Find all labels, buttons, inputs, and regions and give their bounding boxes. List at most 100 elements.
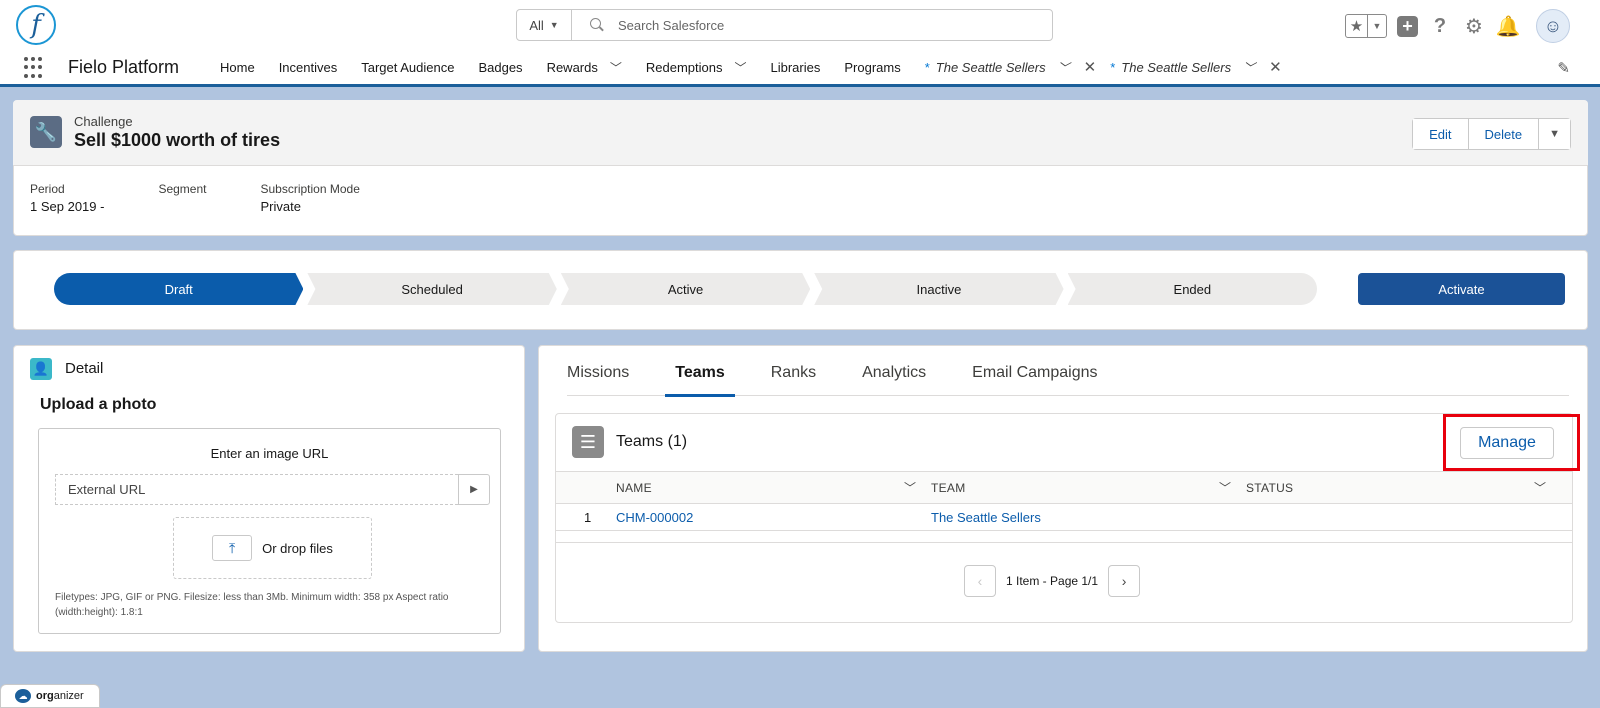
nav-items: Home Incentives Target Audience Badges R… [220,50,1296,84]
team-member-link[interactable]: CHM-000002 [616,504,693,530]
field-segment: Segment [158,182,206,215]
activate-button[interactable]: Activate [1358,273,1565,305]
teams-related-list: ☰ Teams (1) Manage NAME ﹀ TEAM ﹀ STATUS … [555,413,1580,623]
column-header-status[interactable]: STATUS [1246,472,1293,503]
row-number: 1 [584,509,592,525]
record-title: Sell $1000 worth of tires [74,130,281,150]
status-path: Draft Scheduled Active Inactive Ended [54,273,1318,305]
upload-heading: Upload a photo [40,396,157,413]
contact-icon: 👤 [30,358,52,380]
chevron-down-icon[interactable]: ﹀ [1058,59,1070,76]
search-box [572,10,1052,40]
fielo-logo[interactable]: f [16,5,56,45]
list-icon: ☰ [572,426,604,458]
utility-bar-organizer[interactable]: ☁ organizer [0,684,100,708]
nav-item-target-audience[interactable]: Target Audience [361,60,454,75]
search-input[interactable] [618,17,1018,33]
search-scope-dropdown[interactable]: All ▼ [517,10,572,40]
nav-item-incentives[interactable]: Incentives [279,60,338,75]
delete-button[interactable]: Delete [1468,119,1540,149]
chevron-down-icon[interactable]: ﹀ [1243,59,1255,76]
close-icon[interactable]: ✕ [1084,58,1097,76]
nav-item-redemptions[interactable]: Redemptions ﹀ [646,59,747,76]
search-icon [590,18,604,32]
nav-item-rewards[interactable]: Rewards ﹀ [547,59,622,76]
unsaved-marker: * [1110,59,1116,75]
field-label: Segment [158,182,207,196]
edit-button[interactable]: Edit [1413,119,1469,149]
field-subscription-mode: Subscription Mode Private [260,182,359,215]
table-row: 1 CHM-000002 The Seattle Sellers [556,504,1572,531]
team-link[interactable]: The Seattle Sellers [931,504,1041,530]
chevron-down-icon[interactable]: ﹀ [1219,479,1231,496]
tab-ranks[interactable]: Ranks [771,346,816,396]
upload-box: Enter an image URL ▶ ⤒ Or drop files Fil… [38,428,501,634]
detail-title: Detail [65,360,104,377]
column-header-team[interactable]: TEAM [931,472,966,503]
bell-icon[interactable]: 🔔 [1496,14,1521,38]
path-stage-scheduled[interactable]: Scheduled [307,273,556,305]
status-path-card: Draft Scheduled Active Inactive Ended Ac… [13,250,1588,330]
organizer-label: organizer [36,690,84,702]
app-navigation: Fielo Platform Home Incentives Target Au… [0,50,1600,87]
chevron-down-icon[interactable]: ﹀ [1534,479,1546,496]
detail-card: 👤 Detail Upload a photo Enter an image U… [13,345,525,652]
drop-text: Or drop files [262,540,333,556]
avatar[interactable]: ☺ [1536,9,1570,43]
global-header: f All ▼ ★ ▼ + ? ⚙ 🔔 ☺ [0,0,1600,50]
file-drop-zone[interactable]: ⤒ Or drop files [173,517,372,579]
manage-button[interactable]: Manage [1460,427,1554,459]
more-actions-button[interactable]: ▼ [1539,119,1570,149]
pencil-icon[interactable]: ✎ [1557,59,1570,77]
pager-text: 1 Item - Page 1/1 [1006,574,1099,588]
play-icon[interactable]: ▶ [458,474,490,505]
path-stage-active[interactable]: Active [561,273,810,305]
chevron-down-icon[interactable]: ▼ [1368,15,1386,37]
column-header-name[interactable]: NAME [616,472,652,503]
object-type: Challenge [74,114,133,129]
help-icon[interactable]: ? [1428,14,1452,38]
chevron-down-icon[interactable]: ﹀ [610,59,622,76]
tab-missions[interactable]: Missions [567,346,629,396]
header-icons: ★ ▼ + ? ⚙ 🔔 ☺ [1345,9,1570,43]
nav-item-home[interactable]: Home [220,60,255,75]
app-launcher-icon[interactable] [24,57,46,79]
path-stage-ended[interactable]: Ended [1067,273,1318,305]
upload-icon[interactable]: ⤒ [212,535,253,561]
close-icon[interactable]: ✕ [1269,58,1282,76]
field-value: 1 Sep 2019 - [30,199,105,214]
chevron-down-icon[interactable]: ﹀ [734,59,746,76]
chevron-down-icon[interactable]: ﹀ [904,479,916,496]
cloud-icon: ☁ [15,689,31,703]
gear-icon[interactable]: ⚙ [1462,14,1486,38]
pagination: ‹ 1 Item - Page 1/1 › [964,565,1141,597]
nav-item-libraries[interactable]: Libraries [771,60,821,75]
field-label: Subscription Mode [260,182,360,196]
external-url-input[interactable] [55,474,458,505]
record-actions: Edit Delete ▼ [1412,118,1571,150]
chevron-right-icon[interactable]: › [1108,565,1141,597]
nav-item-programs[interactable]: Programs [844,60,900,75]
tab-bar: Missions Teams Ranks Analytics Email Cam… [567,346,1569,397]
nav-tab-seattle-sellers-1[interactable]: * The Seattle Sellers ﹀ ✕ [925,58,1097,76]
path-stage-inactive[interactable]: Inactive [814,273,1063,305]
nav-item-badges[interactable]: Badges [478,60,522,75]
path-stage-draft[interactable]: Draft [54,273,303,305]
nav-tab-seattle-sellers-2[interactable]: * The Seattle Sellers ﹀ ✕ [1110,58,1282,76]
nav-tab-label: The Seattle Sellers [1121,59,1232,75]
tab-teams[interactable]: Teams [665,346,735,397]
nav-tab-label: The Seattle Sellers [935,59,1046,75]
related-list-title: Teams (1) [616,433,688,450]
star-icon[interactable]: ★ [1346,15,1368,37]
search-scope-label: All [529,17,544,33]
field-period: Period 1 Sep 2019 - [30,182,104,215]
plus-icon[interactable]: + [1397,15,1418,37]
caret-down-icon: ▼ [549,20,559,30]
chevron-left-icon[interactable]: ‹ [964,565,996,597]
favorites-group: ★ ▼ [1345,14,1387,38]
wrench-icon: 🔧 [30,116,62,148]
tab-email-campaigns[interactable]: Email Campaigns [972,346,1097,396]
tab-analytics[interactable]: Analytics [862,346,926,396]
field-value [158,199,206,215]
table-footer-row [556,531,1572,543]
